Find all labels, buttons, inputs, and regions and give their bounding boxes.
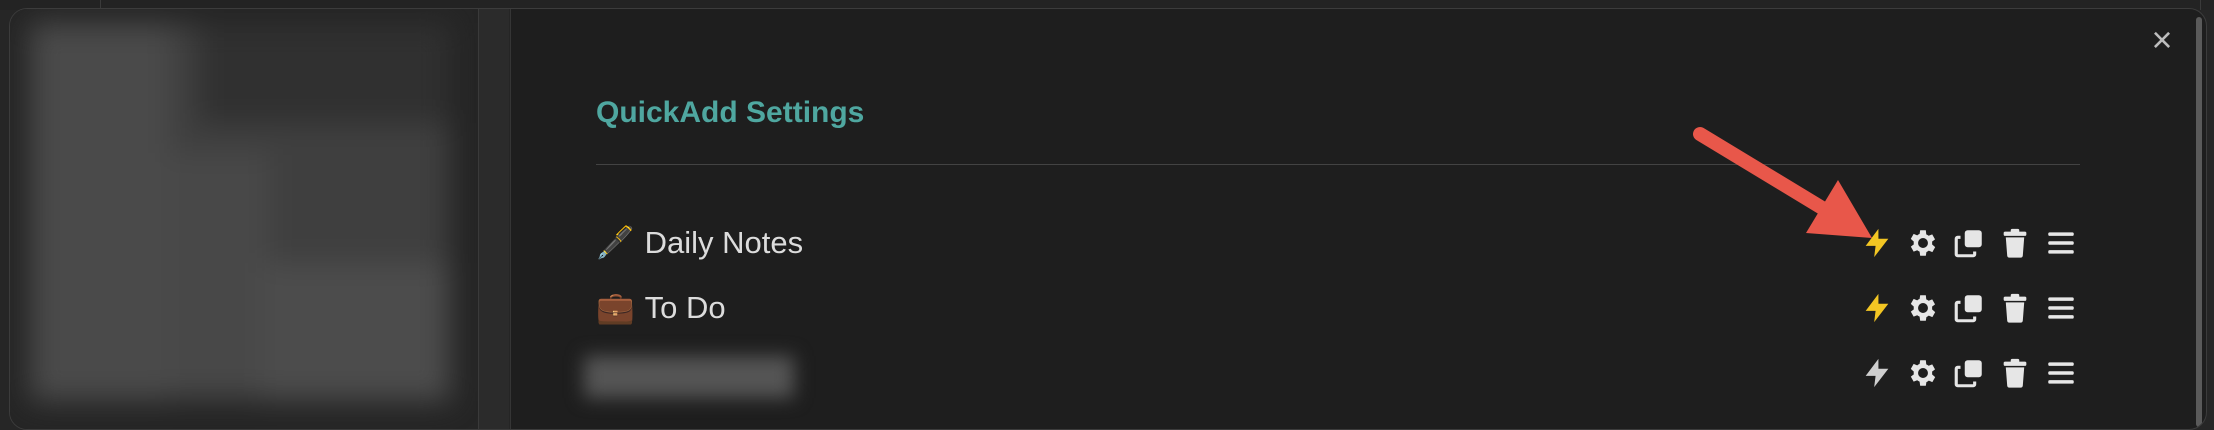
command-toggle-button[interactable] bbox=[1858, 289, 1896, 327]
lightning-icon bbox=[1865, 293, 1889, 323]
choice-name: 🖋️ Daily Notes bbox=[596, 218, 803, 268]
configure-button[interactable] bbox=[1904, 354, 1942, 392]
page-title: QuickAdd Settings bbox=[596, 96, 865, 129]
menu-icon bbox=[2048, 232, 2074, 254]
delete-button[interactable] bbox=[1996, 354, 2034, 392]
gear-icon bbox=[1910, 360, 1936, 386]
choice-name: 💼 To Do bbox=[596, 283, 726, 333]
copy-icon bbox=[1954, 230, 1982, 258]
copy-icon bbox=[1954, 360, 1982, 388]
choice-actions bbox=[1850, 222, 2080, 264]
configure-button[interactable] bbox=[1904, 289, 1942, 327]
choice-row bbox=[584, 348, 2080, 398]
gear-icon bbox=[1910, 230, 1936, 256]
trash-icon bbox=[2003, 293, 2027, 323]
background-divider bbox=[2200, 0, 2201, 10]
choice-actions bbox=[1850, 352, 2080, 394]
title-divider bbox=[596, 164, 2080, 165]
choice-row: 🖋️ Daily Notes bbox=[596, 218, 2080, 268]
trash-icon bbox=[2003, 228, 2027, 258]
blurred-choice-name bbox=[584, 356, 794, 398]
close-button[interactable]: × bbox=[2146, 22, 2178, 58]
sidebar-resize-handle[interactable] bbox=[478, 9, 509, 429]
duplicate-button[interactable] bbox=[1950, 354, 1988, 392]
copy-icon bbox=[1954, 295, 1982, 323]
menu-icon bbox=[2048, 297, 2074, 319]
lightning-icon bbox=[1865, 228, 1889, 258]
pen-icon: 🖋️ bbox=[596, 225, 635, 260]
choice-label: Daily Notes bbox=[644, 225, 804, 260]
delete-button[interactable] bbox=[1996, 289, 2034, 327]
duplicate-button[interactable] bbox=[1950, 224, 1988, 262]
drag-handle[interactable] bbox=[2042, 289, 2080, 327]
scrollbar[interactable] bbox=[2196, 17, 2202, 427]
menu-icon bbox=[2048, 362, 2074, 384]
duplicate-button[interactable] bbox=[1950, 289, 1988, 327]
lightning-icon bbox=[1865, 358, 1889, 388]
delete-button[interactable] bbox=[1996, 224, 2034, 262]
settings-content: QuickAdd Settings 🖋️Daily Notes � bbox=[584, 0, 2080, 410]
configure-button[interactable] bbox=[1904, 224, 1942, 262]
settings-sidebar bbox=[10, 9, 511, 429]
choice-row: 💼 To Do bbox=[596, 283, 2080, 333]
briefcase-icon: 💼 bbox=[596, 290, 635, 325]
command-toggle-button[interactable] bbox=[1858, 224, 1896, 262]
command-toggle-button[interactable] bbox=[1858, 354, 1896, 392]
choice-actions bbox=[1850, 287, 2080, 329]
blurred-sidebar-content bbox=[30, 23, 450, 401]
drag-handle[interactable] bbox=[2042, 224, 2080, 262]
gear-icon bbox=[1910, 295, 1936, 321]
choice-label: To Do bbox=[644, 290, 726, 325]
drag-handle[interactable] bbox=[2042, 354, 2080, 392]
trash-icon bbox=[2003, 358, 2027, 388]
